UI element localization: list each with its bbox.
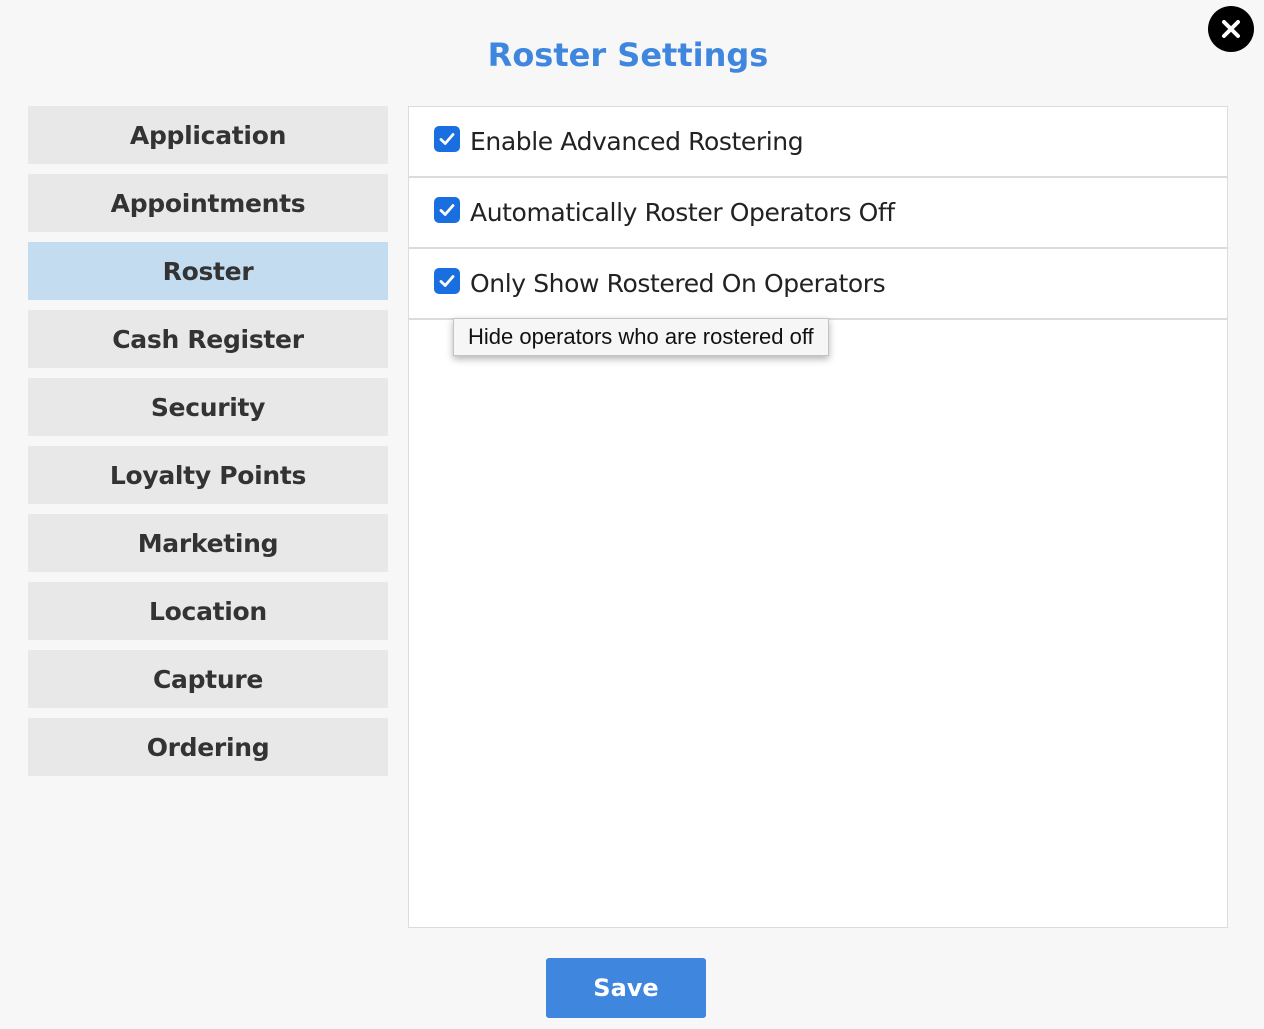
setting-row-auto-roster-off[interactable]: Automatically Roster Operators Off (409, 178, 1227, 249)
sidebar-item-cash-register[interactable]: Cash Register (28, 310, 388, 368)
save-button[interactable]: Save (546, 958, 706, 1018)
sidebar-item-appointments[interactable]: Appointments (28, 174, 388, 232)
sidebar-item-application[interactable]: Application (28, 106, 388, 164)
setting-label: Automatically Roster Operators Off (470, 198, 895, 227)
sidebar-item-marketing[interactable]: Marketing (28, 514, 388, 572)
checkmark-icon (439, 203, 455, 216)
setting-label: Enable Advanced Rostering (470, 127, 804, 156)
close-icon (1222, 20, 1240, 38)
setting-row-only-show-rostered-on[interactable]: Only Show Rostered On Operators (409, 249, 1227, 320)
checkmark-icon (439, 274, 455, 287)
tooltip: Hide operators who are rostered off (453, 318, 829, 356)
enable-advanced-rostering-checkbox[interactable] (434, 125, 460, 152)
settings-sidebar: Application Appointments Roster Cash Reg… (28, 106, 388, 786)
sidebar-item-security[interactable]: Security (28, 378, 388, 436)
sidebar-item-loyalty-points[interactable]: Loyalty Points (28, 446, 388, 504)
sidebar-item-ordering[interactable]: Ordering (28, 718, 388, 776)
setting-row-enable-advanced-rostering[interactable]: Enable Advanced Rostering (409, 107, 1227, 178)
sidebar-item-roster[interactable]: Roster (28, 242, 388, 300)
checkmark-icon (439, 132, 455, 145)
sidebar-item-capture[interactable]: Capture (28, 650, 388, 708)
only-show-rostered-on-checkbox[interactable] (434, 267, 460, 294)
close-button[interactable] (1208, 6, 1254, 52)
setting-label: Only Show Rostered On Operators (470, 269, 886, 298)
page-title: Roster Settings (487, 36, 769, 74)
sidebar-item-location[interactable]: Location (28, 582, 388, 640)
auto-roster-off-checkbox[interactable] (434, 196, 460, 223)
settings-panel: Enable Advanced Rostering Automatically … (408, 106, 1228, 928)
